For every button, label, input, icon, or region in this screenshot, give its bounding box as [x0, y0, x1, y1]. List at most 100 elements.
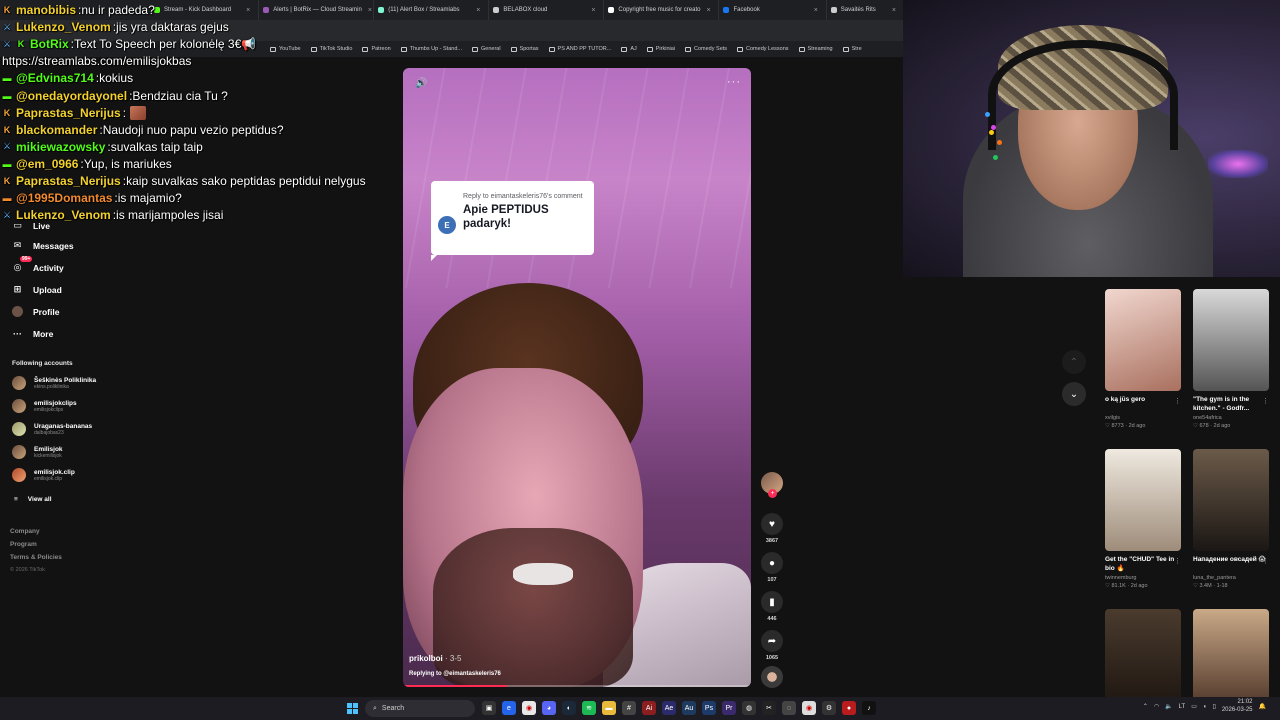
sidebar-item-messages[interactable]: ✉ Messages: [12, 240, 74, 251]
bookmark-item[interactable]: PS AND PP TUTOR...: [548, 46, 611, 52]
notification-bell-icon[interactable]: 🔔: [1259, 703, 1266, 710]
related-video-title[interactable]: Get the "CHUD" Tee in bio 🔥: [1105, 555, 1181, 574]
chat-username[interactable]: @1995Domantas: [16, 191, 112, 205]
video-thumbnail[interactable]: [1105, 449, 1181, 551]
chrome-icon[interactable]: ◉: [522, 701, 536, 715]
browser-tab[interactable]: (11) Alert Box / Streamlabs ×: [374, 0, 490, 20]
footer-terms-link[interactable]: Terms & Policies: [10, 554, 62, 561]
related-video-user[interactable]: luna_the_pantera: [1193, 575, 1269, 581]
related-video-card[interactable]: [1193, 609, 1269, 711]
related-video-card[interactable]: o ką jūs gero xvilgis ♡ 8773 · 2d ago ⋮: [1105, 289, 1181, 429]
windows-start-icon[interactable]: [347, 703, 358, 714]
bookmark-item[interactable]: Patreon: [362, 46, 391, 52]
bookmark-item[interactable]: Sportas: [510, 46, 539, 52]
more-options-icon[interactable]: ⋮: [1174, 557, 1181, 565]
more-options-icon[interactable]: ···: [727, 76, 741, 88]
illustrator-icon[interactable]: Ai: [642, 701, 656, 715]
chat-username[interactable]: BotRix: [30, 37, 69, 51]
discord-icon[interactable]: ◕: [542, 701, 556, 715]
photoshop-icon[interactable]: Ps: [702, 701, 716, 715]
calculator-icon[interactable]: #: [622, 701, 636, 715]
premiere-icon[interactable]: Pr: [722, 701, 736, 715]
save-button[interactable]: ▮ 446: [758, 591, 786, 622]
share-button[interactable]: ➦ 1065: [758, 630, 786, 661]
close-icon[interactable]: ×: [470, 7, 480, 14]
comment-button[interactable]: ● 107: [758, 552, 786, 583]
close-icon[interactable]: ×: [585, 7, 595, 14]
related-video-card[interactable]: Get the "CHUD" Tee in bio 🔥 twinnemburg ♡ …: [1105, 449, 1181, 589]
close-icon[interactable]: ×: [362, 7, 372, 14]
chat-username[interactable]: Lukenzo_Venom: [16, 208, 111, 222]
battery-icon[interactable]: ▯: [1213, 703, 1216, 710]
chat-username[interactable]: Lukenzo_Venom: [16, 20, 111, 34]
following-account[interactable]: Šeškinės Poliklinika ekins.poliklinika: [12, 376, 96, 390]
steam-icon[interactable]: ◐: [562, 701, 576, 715]
video-thumbnail[interactable]: [1193, 609, 1269, 711]
language-indicator[interactable]: LT: [1179, 704, 1186, 710]
following-account[interactable]: Emilisjok kickemilisjok: [12, 445, 63, 459]
edge-icon[interactable]: e: [502, 701, 516, 715]
sidebar-item-activity[interactable]: ◎ 99+ Activity: [12, 256, 64, 273]
related-video-title[interactable]: Нападение овсадей 😱: [1193, 555, 1269, 574]
browser-tab[interactable]: Stream - Kick Dashboard ×: [150, 0, 260, 20]
chat-username[interactable]: manobibis: [16, 3, 76, 17]
spotify-icon[interactable]: ≋: [582, 701, 596, 715]
footer-program-link[interactable]: Program: [10, 541, 37, 548]
video-thumbnail[interactable]: [1193, 449, 1269, 551]
speaker-icon[interactable]: ◖: [1203, 704, 1207, 710]
obs-icon[interactable]: ◍: [742, 701, 756, 715]
bookmark-item[interactable]: Pirkiniai: [646, 46, 675, 52]
chevron-up-icon[interactable]: ⌃: [1143, 703, 1148, 710]
bookmark-item[interactable]: Comedy Sets: [685, 46, 727, 52]
audition-icon[interactable]: Au: [682, 701, 696, 715]
taskbar-search[interactable]: ⌕ Search: [365, 700, 475, 717]
video-author[interactable]: prikolboi · 3-5: [409, 654, 461, 663]
video-thumbnail[interactable]: [1105, 289, 1181, 391]
related-video-user[interactable]: xvilgis: [1105, 415, 1181, 421]
following-account[interactable]: Uraganas-bananas dalbajobas23: [12, 422, 92, 436]
chat-username[interactable]: Paprastas_Nerijus: [16, 174, 121, 188]
browser-tab[interactable]: BELABOX cloud ×: [489, 0, 605, 20]
follow-plus-icon[interactable]: +: [768, 489, 777, 498]
close-icon[interactable]: ×: [700, 7, 710, 14]
related-video-user[interactable]: one54africa: [1193, 415, 1269, 421]
tiktok-icon[interactable]: ♪: [862, 701, 876, 715]
chat-username[interactable]: @em_0966: [16, 157, 78, 171]
volume-icon[interactable]: 🔈: [1165, 703, 1172, 710]
following-account[interactable]: emilisjok.clip emilisjok.clip: [12, 468, 75, 482]
bookmark-item[interactable]: Comedy Lessons: [737, 46, 789, 52]
bookmark-item[interactable]: YouTube: [270, 46, 301, 52]
following-account[interactable]: emilisjokclips emilisjokclips: [12, 399, 77, 413]
video-progress-bar[interactable]: [403, 685, 751, 687]
chat-username[interactable]: mikiewazowsky: [16, 140, 105, 154]
video-player[interactable]: 🔊 ··· Reply to eimantaskeleris76's comme…: [403, 68, 751, 687]
sidebar-item-upload[interactable]: ⊞ Upload: [12, 284, 62, 295]
more-options-icon[interactable]: ⋮: [1262, 557, 1269, 565]
close-icon[interactable]: ×: [240, 7, 250, 14]
footer-company-link[interactable]: Company: [10, 528, 40, 535]
bookmark-item[interactable]: AJ: [621, 46, 637, 52]
related-video-title[interactable]: "The gym is in the kitchen." - Godfr...: [1193, 395, 1269, 414]
network-icon[interactable]: ▭: [1191, 703, 1197, 710]
more-options-icon[interactable]: ⋮: [1174, 397, 1181, 405]
like-button[interactable]: ♥ 3867: [758, 513, 786, 544]
sidebar-item-profile[interactable]: Profile: [12, 306, 59, 317]
related-video-card[interactable]: [1105, 609, 1181, 711]
after-effects-icon[interactable]: Ae: [662, 701, 676, 715]
creator-avatar[interactable]: +: [761, 472, 783, 498]
bookmark-item[interactable]: Streaming: [798, 46, 833, 52]
settings-gear-icon[interactable]: ⚙: [822, 701, 836, 715]
bookmark-item[interactable]: General: [471, 46, 501, 52]
task-view-icon[interactable]: ▣: [482, 701, 496, 715]
related-video-card[interactable]: Нападение овсадей 😱 luna_the_pantera ♡ 3.4…: [1193, 449, 1269, 589]
volume-icon[interactable]: 🔊: [415, 78, 427, 89]
chat-username[interactable]: @onedayordayonel: [16, 89, 127, 103]
chevron-up-icon[interactable]: ⌃: [1062, 350, 1086, 374]
related-video-card[interactable]: "The gym is in the kitchen." - Godfr... o…: [1193, 289, 1269, 429]
clock[interactable]: 21:02 2026-03-25: [1222, 699, 1253, 715]
chrome-alt-icon[interactable]: ◉: [802, 701, 816, 715]
capcut-icon[interactable]: ✂: [762, 701, 776, 715]
close-icon[interactable]: ×: [886, 7, 896, 14]
more-options-icon[interactable]: ⋮: [1262, 397, 1269, 405]
wifi-icon[interactable]: ◠: [1154, 703, 1159, 710]
